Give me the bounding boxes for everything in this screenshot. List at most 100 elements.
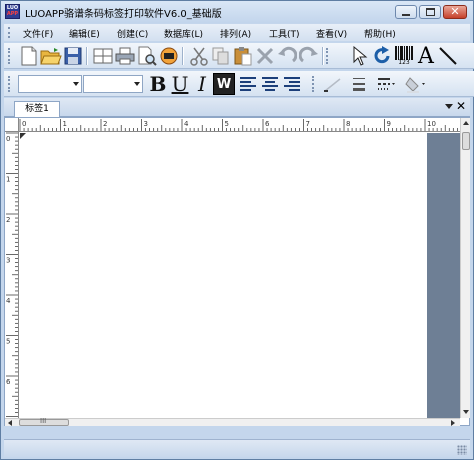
scroll-down-icon[interactable] (463, 410, 469, 414)
save-button[interactable] (62, 45, 84, 67)
open-folder-icon (40, 48, 62, 65)
paste-button[interactable] (232, 45, 254, 67)
close-icon: ✕ (450, 5, 460, 18)
menu-database[interactable]: 数据库(L) (164, 27, 203, 40)
ruler-number: 3 (144, 120, 148, 128)
minimize-button[interactable] (395, 5, 417, 19)
undo-button[interactable] (276, 45, 298, 67)
bold-button[interactable]: B (147, 73, 169, 95)
copy-icon (212, 47, 229, 65)
chevron-down-icon (134, 82, 140, 86)
menu-grip-handle[interactable] (8, 27, 11, 38)
document-tab-strip: 标签1 ✕ (4, 98, 470, 117)
redo-button[interactable] (298, 45, 320, 67)
menu-edit[interactable]: 编辑(E) (69, 27, 100, 40)
paste-icon (234, 47, 252, 66)
label-page[interactable] (20, 133, 427, 418)
menu-file[interactable]: 文件(F) (23, 27, 53, 40)
align-center-button[interactable] (259, 73, 281, 95)
print-button[interactable] (114, 45, 136, 67)
status-bar (4, 439, 470, 457)
scroll-thumb-grip: III (40, 417, 47, 425)
select-tool-button[interactable] (349, 45, 371, 67)
align-right-button[interactable] (281, 73, 303, 95)
line-style-button[interactable] (374, 73, 396, 95)
open-file-button[interactable] (40, 45, 62, 67)
canvas-margin-area (427, 133, 460, 418)
standard-toolbar: 123 A (4, 43, 474, 69)
resize-grip-icon[interactable] (457, 445, 467, 455)
page-setup-button[interactable] (92, 45, 114, 67)
close-tab-button[interactable]: ✕ (456, 99, 466, 113)
toolbar-separator (322, 47, 324, 65)
underline-button[interactable]: U (169, 73, 191, 95)
menu-tools[interactable]: 工具(T) (269, 27, 300, 40)
delete-x-icon (256, 47, 274, 65)
italic-button[interactable]: I (191, 73, 213, 95)
scroll-right-icon[interactable] (451, 420, 455, 426)
cut-button[interactable] (188, 45, 210, 67)
ruler-number: 1 (6, 176, 10, 184)
refresh-data-icon (160, 47, 178, 65)
title-bar[interactable]: LUO APP LUOAPP骆谱条码标签打印软件V6.0_基础版 ✕ (1, 1, 473, 23)
ruler-number: 2 (103, 120, 107, 128)
refresh-data-button[interactable] (158, 45, 180, 67)
tab-list-dropdown-icon[interactable] (445, 104, 453, 109)
document-tab[interactable]: 标签1 (14, 101, 60, 117)
ruler-number: 0 (6, 135, 10, 143)
page-setup-icon (93, 48, 113, 64)
print-preview-button[interactable] (136, 45, 158, 67)
text-tool-button[interactable]: A (415, 44, 437, 69)
menu-create[interactable]: 创建(C) (117, 27, 148, 40)
fill-color-button[interactable] (404, 73, 426, 95)
font-size-combo[interactable] (83, 75, 143, 93)
ruler-number: 6 (6, 378, 11, 386)
horizontal-scroll-thumb[interactable]: III (19, 417, 69, 426)
font-name-combo[interactable] (18, 75, 82, 93)
menu-arrange[interactable]: 排列(A) (220, 27, 251, 40)
line-width-icon (353, 78, 365, 91)
horizontal-ruler-ticks: 0 1 2 3 4 5 6 7 8 9 10 (19, 119, 458, 131)
barcode-tool-button[interactable]: 123 (393, 45, 415, 67)
toolbar-grip-handle[interactable] (312, 76, 315, 92)
app-logo-icon: LUO APP (5, 4, 20, 19)
ruler-corner (5, 118, 19, 132)
line-color-button[interactable] (322, 73, 344, 95)
toolbar-grip-handle[interactable] (326, 48, 329, 64)
vertical-scrollbar[interactable] (460, 118, 470, 418)
ruler-number: 7 (306, 120, 310, 128)
undo-icon (278, 46, 297, 63)
chevron-down-icon (73, 82, 79, 86)
line-width-button[interactable] (348, 73, 370, 95)
rotate-button[interactable] (371, 45, 393, 67)
scroll-up-icon[interactable] (463, 121, 469, 125)
save-icon (64, 47, 82, 65)
maximize-button[interactable] (419, 5, 441, 19)
close-window-button[interactable]: ✕ (443, 5, 467, 19)
vertical-scroll-thumb[interactable] (462, 132, 470, 150)
ruler-number: 4 (6, 297, 11, 305)
toolbar-grip-handle[interactable] (8, 48, 11, 64)
new-file-icon (21, 46, 37, 66)
line-tool-button[interactable] (437, 45, 459, 67)
line-style-icon (378, 78, 395, 90)
menu-bar: 文件(F) 编辑(E) 创建(C) 数据库(L) 排列(A) 工具(T) 查看(… (4, 24, 470, 41)
app-logo-text-bottom: APP (6, 11, 19, 17)
app-window: LUO APP LUOAPP骆谱条码标签打印软件V6.0_基础版 ✕ 文件(F)… (0, 0, 474, 460)
menu-view[interactable]: 查看(V) (316, 27, 347, 40)
new-file-button[interactable] (18, 45, 40, 67)
toolbar-grip-handle[interactable] (8, 76, 11, 92)
ruler-number: 2 (6, 216, 10, 224)
window-title: LUOAPP骆谱条码标签打印软件V6.0_基础版 (25, 9, 222, 20)
ruler-number: 5 (6, 338, 10, 346)
delete-button[interactable] (254, 45, 276, 67)
horizontal-scrollbar[interactable]: III (5, 417, 460, 426)
copy-button[interactable] (210, 45, 232, 67)
align-left-button[interactable] (237, 73, 259, 95)
redo-icon (299, 46, 318, 63)
scroll-left-icon[interactable] (8, 420, 12, 426)
word-wrap-button[interactable]: W (213, 73, 235, 95)
page-origin-marker (20, 133, 26, 139)
menu-help[interactable]: 帮助(H) (364, 27, 396, 40)
barcode-icon (395, 46, 413, 60)
